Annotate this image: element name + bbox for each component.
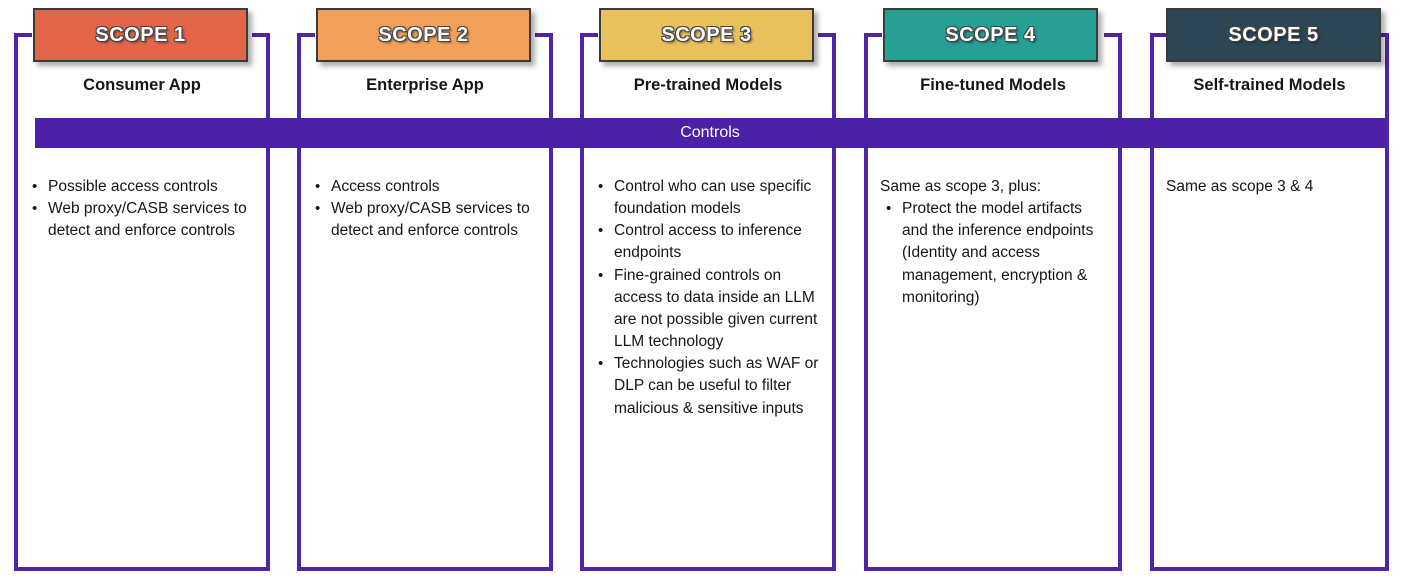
column-frame-left bbox=[864, 33, 868, 571]
column-frame-bottom bbox=[297, 567, 553, 571]
scope-subtitle-1: Consumer App bbox=[83, 76, 201, 94]
column-frame-top-left bbox=[864, 33, 882, 37]
scope-lead-5: Same as scope 3 & 4 bbox=[1166, 178, 1314, 195]
scope-bullet-list-2: Access controls Web proxy/CASB services … bbox=[309, 176, 545, 242]
column-frame-bottom bbox=[1150, 567, 1389, 571]
scope-badge-4[interactable]: SCOPE 4 bbox=[883, 8, 1098, 62]
list-item: Access controls bbox=[315, 176, 545, 198]
scope-bullet-list-3: Control who can use specific foundation … bbox=[592, 176, 832, 420]
column-frame-bottom bbox=[864, 567, 1122, 571]
column-frame-top-right bbox=[535, 33, 553, 37]
controls-band: Controls bbox=[35, 118, 1385, 148]
column-frame-left bbox=[14, 33, 18, 571]
scope-column-5 bbox=[1150, 33, 1389, 571]
scope-column-2 bbox=[297, 33, 553, 571]
scope-body-2: Access controls Web proxy/CASB services … bbox=[309, 176, 545, 242]
column-frame-top-right bbox=[1104, 33, 1122, 37]
column-frame-right bbox=[832, 33, 836, 571]
list-item: Possible access controls bbox=[32, 176, 262, 198]
column-frame-bottom bbox=[14, 567, 270, 571]
scope-body-3: Control who can use specific foundation … bbox=[592, 176, 832, 420]
column-frame-top-left bbox=[297, 33, 315, 37]
column-frame-left bbox=[1150, 33, 1154, 571]
scope-subtitle-5: Self-trained Models bbox=[1193, 76, 1346, 94]
scope-subtitle-3: Pre-trained Models bbox=[633, 76, 783, 94]
scope-badge-5[interactable]: SCOPE 5 bbox=[1166, 8, 1381, 62]
scope-column-1 bbox=[14, 33, 270, 571]
scope-badge-label: SCOPE 4 bbox=[945, 23, 1036, 46]
scope-badge-label: SCOPE 3 bbox=[661, 23, 752, 46]
column-frame-right bbox=[1385, 33, 1389, 571]
scope-badge-label: SCOPE 1 bbox=[95, 23, 186, 46]
scope-controls-diagram: SCOPE 1 Consumer App Possible access con… bbox=[0, 0, 1415, 582]
list-item: Web proxy/CASB services to detect and en… bbox=[32, 198, 262, 242]
list-item: Web proxy/CASB services to detect and en… bbox=[315, 198, 545, 242]
column-frame-left bbox=[297, 33, 301, 571]
scope-body-4: Same as scope 3, plus: Protect the model… bbox=[880, 176, 1106, 309]
column-frame-right bbox=[549, 33, 553, 571]
list-item: Control who can use specific foundation … bbox=[598, 176, 832, 220]
list-item: Control access to inference endpoints bbox=[598, 220, 832, 264]
scope-bullet-list-1: Possible access controls Web proxy/CASB … bbox=[26, 176, 262, 242]
column-frame-right bbox=[266, 33, 270, 571]
column-frame-top-left bbox=[1150, 33, 1166, 37]
scope-badge-2[interactable]: SCOPE 2 bbox=[316, 8, 531, 62]
list-item: Protect the model artifacts and the infe… bbox=[886, 198, 1106, 309]
controls-band-label: Controls bbox=[680, 124, 740, 141]
scope-body-1: Possible access controls Web proxy/CASB … bbox=[26, 176, 262, 242]
list-item: Fine-grained controls on access to data … bbox=[598, 265, 832, 354]
column-frame-top-right bbox=[1381, 33, 1389, 37]
column-frame-top-right bbox=[818, 33, 836, 37]
column-frame-bottom bbox=[580, 567, 836, 571]
scope-badge-3[interactable]: SCOPE 3 bbox=[599, 8, 814, 62]
scope-badge-label: SCOPE 2 bbox=[378, 23, 469, 46]
scope-body-5: Same as scope 3 & 4 bbox=[1166, 176, 1381, 198]
column-frame-right bbox=[1118, 33, 1122, 571]
scope-subtitle-4: Fine-tuned Models bbox=[920, 76, 1066, 94]
column-frame-top-left bbox=[580, 33, 598, 37]
column-frame-top-right bbox=[252, 33, 270, 37]
scope-subtitle-2: Enterprise App bbox=[366, 76, 484, 94]
scope-badge-1[interactable]: SCOPE 1 bbox=[33, 8, 248, 62]
scope-lead-4: Same as scope 3, plus: bbox=[880, 178, 1042, 195]
column-frame-left bbox=[580, 33, 584, 571]
column-frame-top-left bbox=[14, 33, 32, 37]
list-item: Technologies such as WAF or DLP can be u… bbox=[598, 353, 832, 419]
scope-badge-label: SCOPE 5 bbox=[1228, 23, 1319, 46]
scope-bullet-list-4: Protect the model artifacts and the infe… bbox=[880, 198, 1106, 309]
